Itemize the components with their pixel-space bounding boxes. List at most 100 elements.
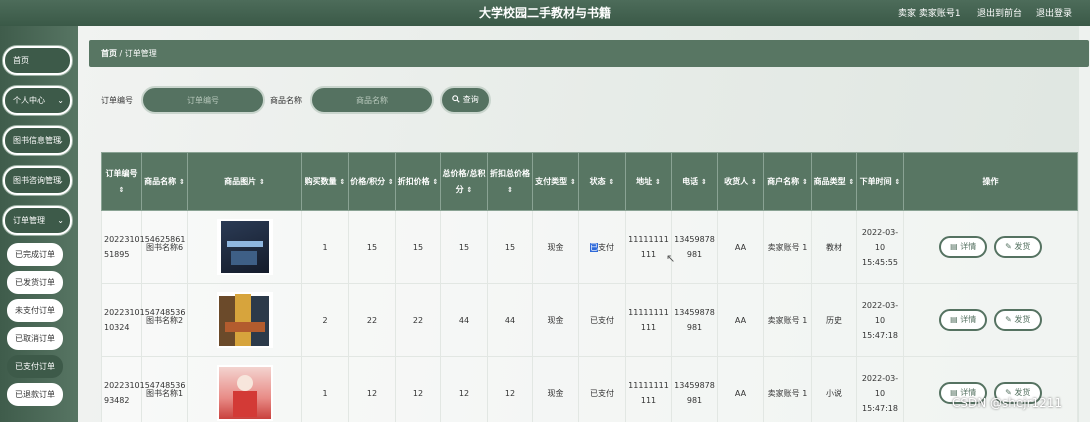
breadcrumb: 首页 / 订单管理: [89, 40, 1089, 67]
status-cell: 已支付: [578, 283, 626, 357]
detail-button[interactable]: ▤ 详情: [939, 309, 988, 331]
sidebar-item-label: 个人中心: [13, 96, 45, 105]
column-header[interactable]: 总价格/总积分 ⇕: [440, 152, 488, 211]
sort-icon: ⇕: [801, 177, 808, 186]
price-cell: 22: [348, 283, 396, 357]
column-header[interactable]: 购买数量 ⇕: [301, 152, 349, 211]
sidebar-sub-shipped-orders[interactable]: 已发货订单: [7, 271, 63, 294]
column-header[interactable]: 电话 ⇕: [671, 152, 718, 211]
sidebar-item-personal-center[interactable]: 个人中心 ⌄: [3, 86, 72, 115]
sort-icon: ⇕: [750, 177, 757, 186]
sidebar-sub-unpaid-orders[interactable]: 未支付订单: [7, 299, 63, 322]
order-no-cell: 2022310154748536 10324: [101, 283, 185, 357]
column-header[interactable]: 商品类型 ⇕: [811, 152, 857, 211]
logout-link[interactable]: 退出登录: [1036, 6, 1072, 19]
discount-price-cell: 12: [395, 356, 441, 422]
discount-price-cell: 15: [395, 210, 441, 284]
address-cell: 11111111 111: [625, 283, 672, 357]
discount-total-cell: 44: [487, 283, 533, 357]
phone-cell: 13459878 981: [671, 283, 718, 357]
total-cell: 44: [440, 283, 488, 357]
phone-cell: 13459878 981: [671, 356, 718, 422]
column-header[interactable]: 商品名称 ⇕: [141, 152, 188, 211]
actions-cell: ▤ 详情 ✎ 发货: [903, 210, 1078, 284]
column-header[interactable]: 商品图片 ⇕: [187, 152, 302, 211]
product-image-cell: [187, 210, 302, 284]
sort-icon: ⇕: [339, 177, 346, 186]
column-header[interactable]: 折扣价格 ⇕: [395, 152, 441, 211]
sort-icon: ⇕: [178, 177, 185, 186]
total-cell: 15: [440, 210, 488, 284]
table-row: 2022310154748536 93482 图书名称1 1 12 12 12 …: [101, 356, 1078, 422]
category-cell: 历史: [811, 283, 857, 357]
actions-cell: ▤ 详情 ✎ 发货: [903, 283, 1078, 357]
quantity-cell: 1: [301, 356, 349, 422]
detail-button[interactable]: ▤ 详情: [939, 236, 988, 258]
sort-icon: ⇕: [466, 185, 473, 194]
breadcrumb-home[interactable]: 首页: [101, 49, 117, 58]
discount-price-cell: 22: [395, 283, 441, 357]
order-time-cell: 2022-03-10 15:47:18: [856, 283, 904, 357]
sort-icon: ⇕: [608, 177, 615, 186]
sidebar-item-home[interactable]: 首页: [3, 46, 72, 75]
column-header[interactable]: 收货人 ⇕: [717, 152, 764, 211]
status-selection: 已: [590, 242, 598, 252]
sort-icon: ⇕: [387, 177, 394, 186]
sort-icon: ⇕: [507, 185, 513, 194]
table-row: 2022310154625861 51895 图书名称6 1 15 15 15 …: [101, 210, 1078, 284]
quantity-cell: 2: [301, 283, 349, 357]
product-name-label: 商品名称: [270, 96, 302, 105]
column-header[interactable]: 支付类型 ⇕: [532, 152, 579, 211]
column-header[interactable]: 下单时间 ⇕: [856, 152, 904, 211]
chevron-down-icon: ⌄: [57, 96, 64, 105]
product-name-cell: 图书名称6: [141, 210, 188, 284]
column-header[interactable]: 地址 ⇕: [625, 152, 672, 211]
ship-button[interactable]: ✎ 发货: [993, 236, 1042, 258]
sort-icon: ⇕: [700, 177, 707, 186]
column-header[interactable]: 价格/积分 ⇕: [348, 152, 396, 211]
total-cell: 12: [440, 356, 488, 422]
column-header[interactable]: 状态 ⇕: [578, 152, 626, 211]
quantity-cell: 1: [301, 210, 349, 284]
discount-total-cell: 12: [487, 356, 533, 422]
scrollbar[interactable]: [1079, 26, 1090, 422]
order-no-label: 订单编号: [101, 96, 133, 105]
status-text: 支付: [598, 242, 614, 252]
pay-type-cell: 现金: [532, 283, 579, 357]
product-name-cell: 图书名称2: [141, 283, 188, 357]
status-text: 已支付: [590, 388, 614, 398]
price-cell: 12: [348, 356, 396, 422]
ship-button[interactable]: ✎ 发货: [993, 309, 1042, 331]
search-icon: [452, 95, 460, 103]
column-header[interactable]: 商户名称 ⇕: [763, 152, 812, 211]
search-button-label: 查询: [462, 95, 479, 104]
orders-table: 订单编号 ⇕ 商品名称 ⇕ 商品图片 ⇕ 购买数量 ⇕ 价格/积分 ⇕ 折扣价格…: [101, 152, 1078, 422]
order-no-input[interactable]: [141, 86, 265, 114]
order-time-cell: 2022-03-10 15:47:18: [856, 356, 904, 422]
top-bar: 大学校园二手教材与书籍 卖家 卖家账号1 退出到前台 退出登录: [0, 0, 1090, 26]
sidebar-item-order-management[interactable]: 订单管理 ⌄: [3, 206, 72, 235]
column-header[interactable]: 订单编号 ⇕: [101, 152, 142, 211]
pay-type-cell: 现金: [532, 356, 579, 422]
column-header[interactable]: 折扣总价格 ⇕: [487, 152, 533, 211]
sort-icon: ⇕: [432, 177, 439, 186]
sort-icon: ⇕: [654, 177, 661, 186]
sidebar-sub-completed-orders[interactable]: 已完成订单: [7, 243, 63, 266]
search-button[interactable]: 查询: [440, 86, 491, 114]
sidebar-sub-cancelled-orders[interactable]: 已取消订单: [7, 327, 63, 350]
breadcrumb-separator: /: [119, 49, 123, 58]
sort-icon: ⇕: [258, 177, 265, 186]
discount-total-cell: 15: [487, 210, 533, 284]
phone-cell: 13459878 981: [671, 210, 718, 284]
merchant-cell: 卖家账号 1: [763, 210, 812, 284]
sidebar-sub-paid-orders[interactable]: 已支付订单: [7, 355, 63, 378]
product-name-input[interactable]: [310, 86, 434, 114]
sidebar-item-book-consult[interactable]: 图书咨询管理 ⌄: [3, 166, 72, 195]
actions-cell: ▤ 详情 ✎ 发货: [903, 356, 1078, 422]
sidebar-item-book-info[interactable]: 图书信息管理 ⌄: [3, 126, 72, 155]
chevron-down-icon: ⌄: [57, 176, 64, 185]
exit-to-front-link[interactable]: 退出到前台: [977, 6, 1022, 19]
watermark: CSDN @shejr1211: [952, 396, 1063, 410]
sidebar-sub-refunded-orders[interactable]: 已退款订单: [7, 383, 63, 406]
status-cell: 已支付: [578, 356, 626, 422]
